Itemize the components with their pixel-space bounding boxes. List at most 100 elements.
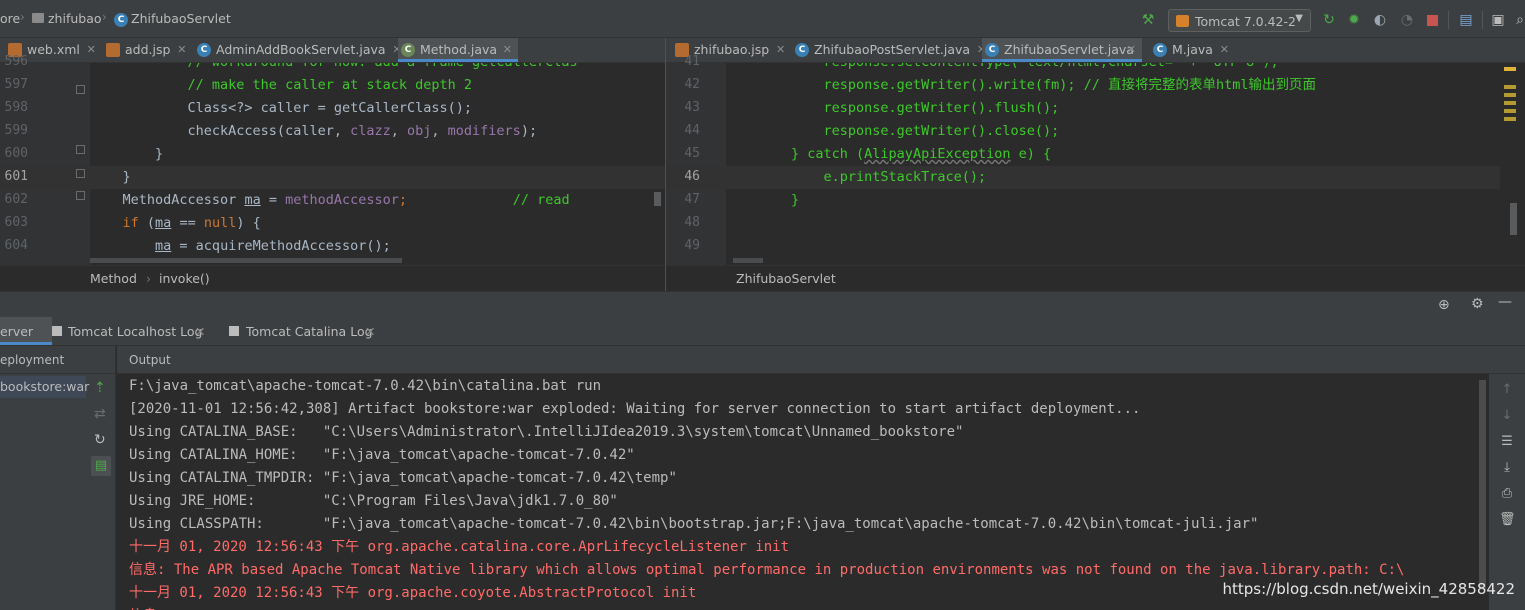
tab-m-java[interactable]: C M.java ✕ <box>1150 38 1229 62</box>
code-line[interactable]: // workaround for now: add a frame getCa… <box>90 63 578 74</box>
search-everywhere-icon[interactable]: ⌕ <box>1512 12 1525 28</box>
warning-marker-icon[interactable] <box>1504 117 1516 121</box>
console-output[interactable]: F:\java_tomcat\apache-tomcat-7.0.42\bin\… <box>117 374 1489 610</box>
arrow-down-icon[interactable]: ↓ <box>1499 408 1515 424</box>
left-editor-scroll-thumb[interactable] <box>654 192 661 206</box>
breadcrumb-class[interactable]: ZhifubaoServlet <box>131 11 231 26</box>
console-scroll-thumb[interactable] <box>1479 380 1486 590</box>
code-line[interactable]: Class<?> caller = getCallerClass(); <box>90 97 472 120</box>
line-number[interactable]: 43 <box>666 100 700 115</box>
rerun-icon[interactable]: ↻ <box>1321 12 1337 28</box>
line-number[interactable]: 600 <box>0 146 28 161</box>
fold-marker-icon[interactable] <box>76 169 85 178</box>
undeploy-icon[interactable]: ⇄ <box>94 406 106 422</box>
code-line[interactable]: } <box>90 143 163 166</box>
line-number[interactable]: 596 <box>0 54 28 69</box>
tab-tomcat-localhost-log[interactable]: Tomcat Localhost Log <box>68 324 202 339</box>
line-number[interactable]: 601 <box>0 169 28 184</box>
close-icon[interactable]: ✕ <box>503 38 512 61</box>
gear-icon[interactable]: ⚙ <box>1471 296 1484 312</box>
tab-tomcat-catalina-log[interactable]: Tomcat Catalina Log <box>246 324 373 339</box>
trash-icon[interactable]: 🗑 <box>1499 512 1516 528</box>
tab-add-jsp[interactable]: add.jsp ✕ <box>103 38 186 62</box>
stop-icon[interactable] <box>1424 12 1440 28</box>
left-editor-code[interactable]: // workaround for now: add a frame getCa… <box>90 63 665 265</box>
fold-marker-icon[interactable] <box>76 85 85 94</box>
right-editor-hscroll-thumb[interactable] <box>733 258 763 263</box>
fold-marker-icon[interactable] <box>76 145 85 154</box>
code-line[interactable]: response.getWriter().close(); <box>726 120 1060 143</box>
breadcrumb-invoke[interactable]: invoke() <box>159 271 210 286</box>
code-line[interactable]: response.setContentType("text/html;chars… <box>726 63 1279 74</box>
fold-marker-icon[interactable] <box>76 191 85 200</box>
code-line[interactable]: checkAccess(caller, clazz, obj, modifier… <box>90 120 538 143</box>
code-line[interactable]: } <box>726 189 799 212</box>
code-line[interactable]: // make the caller at stack depth 2 <box>90 74 472 97</box>
project-structure-icon[interactable]: ▤ <box>1458 12 1474 28</box>
line-number[interactable]: 604 <box>0 238 28 253</box>
code-line[interactable]: e.printStackTrace(); <box>726 166 987 189</box>
tab-zhifubao-post-servlet[interactable]: C ZhifubaoPostServlet.java ✕ <box>792 38 986 62</box>
line-number[interactable]: 48 <box>666 215 700 230</box>
line-number[interactable]: 42 <box>666 77 700 92</box>
warning-marker-icon[interactable] <box>1504 67 1516 71</box>
arrow-up-icon[interactable]: ↑ <box>1499 382 1515 398</box>
line-number[interactable]: 44 <box>666 123 700 138</box>
code-line[interactable]: response.getWriter().write(fm); // 直接将完整… <box>726 74 1316 97</box>
line-number[interactable]: 602 <box>0 192 28 207</box>
refresh-icon[interactable]: ↻ <box>94 432 106 448</box>
close-icon[interactable]: ✕ <box>776 38 785 61</box>
close-icon[interactable]: ✕ <box>1127 38 1136 61</box>
line-number[interactable]: 41 <box>666 54 700 69</box>
breadcrumb-method[interactable]: Method <box>90 271 137 286</box>
coverage-icon[interactable]: ◐ <box>1372 12 1388 28</box>
scroll-to-end-icon[interactable]: ⤓ <box>1499 460 1515 476</box>
warning-marker-icon[interactable] <box>1504 85 1516 89</box>
deploy-icon[interactable]: ⇡ <box>94 380 106 396</box>
print-icon[interactable]: ⎙ <box>1499 486 1515 502</box>
soft-wrap-icon[interactable]: ☰ <box>1499 434 1515 450</box>
minimize-icon[interactable]: — <box>1498 294 1512 310</box>
line-number[interactable]: 49 <box>666 238 700 253</box>
right-editor-scroll-thumb[interactable] <box>1510 203 1517 235</box>
tab-admin-add-book-servlet[interactable]: C AdminAddBookServlet.java ✕ <box>194 38 402 62</box>
breadcrumb-zhifubao-servlet[interactable]: ZhifubaoServlet <box>736 271 836 286</box>
line-number[interactable]: 46 <box>666 169 700 184</box>
code-line[interactable]: if (ma == null) { <box>90 212 261 235</box>
profile-icon[interactable]: ◔ <box>1399 12 1415 28</box>
update-deploy-icon[interactable]: ▤ <box>91 456 111 476</box>
layout-icon[interactable]: ▣ <box>1490 12 1506 28</box>
tab-server[interactable]: erver <box>0 317 52 345</box>
code-token: obj <box>407 123 432 139</box>
code-line[interactable]: ma = acquireMethodAccessor(); <box>90 235 391 258</box>
warning-marker-icon[interactable] <box>1504 93 1516 97</box>
code-line[interactable]: } catch (AlipayApiException e) { <box>726 143 1051 166</box>
code-line[interactable]: MethodAccessor ma = methodAccessor; // r… <box>90 189 570 212</box>
line-number[interactable]: 47 <box>666 192 700 207</box>
build-hammer-icon[interactable]: ⚒ <box>1140 12 1156 28</box>
close-icon[interactable]: ✕ <box>87 38 96 61</box>
target-icon[interactable]: ⊕ <box>1438 297 1450 313</box>
line-number[interactable]: 597 <box>0 77 28 92</box>
line-number[interactable]: 45 <box>666 146 700 161</box>
run-configuration-select[interactable]: Tomcat 7.0.42-2 ▼ <box>1168 9 1311 32</box>
right-editor-code[interactable]: response.setContentType("text/html;chars… <box>726 63 1500 265</box>
close-icon[interactable]: ✕ <box>195 324 205 339</box>
code-line[interactable]: response.getWriter().flush(); <box>726 97 1060 120</box>
code-line[interactable]: } <box>90 166 131 189</box>
tab-method-java[interactable]: C Method.java ✕ <box>398 38 518 62</box>
line-number[interactable]: 603 <box>0 215 28 230</box>
artifact-item[interactable]: bookstore:war <box>0 376 89 398</box>
close-icon[interactable]: ✕ <box>1220 38 1229 61</box>
line-number[interactable]: 599 <box>0 123 28 138</box>
warning-marker-icon[interactable] <box>1504 101 1516 105</box>
breadcrumb-root[interactable]: ore <box>0 11 20 26</box>
close-icon[interactable]: ✕ <box>177 38 186 61</box>
debug-bug-icon[interactable]: ✹ <box>1346 12 1362 28</box>
tab-zhifubao-servlet[interactable]: C ZhifubaoServlet.java ✕ <box>982 38 1142 62</box>
left-editor-hscroll-thumb[interactable] <box>90 258 402 263</box>
close-icon[interactable]: ✕ <box>365 324 375 339</box>
breadcrumb-folder[interactable]: zhifubao <box>48 11 102 26</box>
line-number[interactable]: 598 <box>0 100 28 115</box>
warning-marker-icon[interactable] <box>1504 109 1516 113</box>
